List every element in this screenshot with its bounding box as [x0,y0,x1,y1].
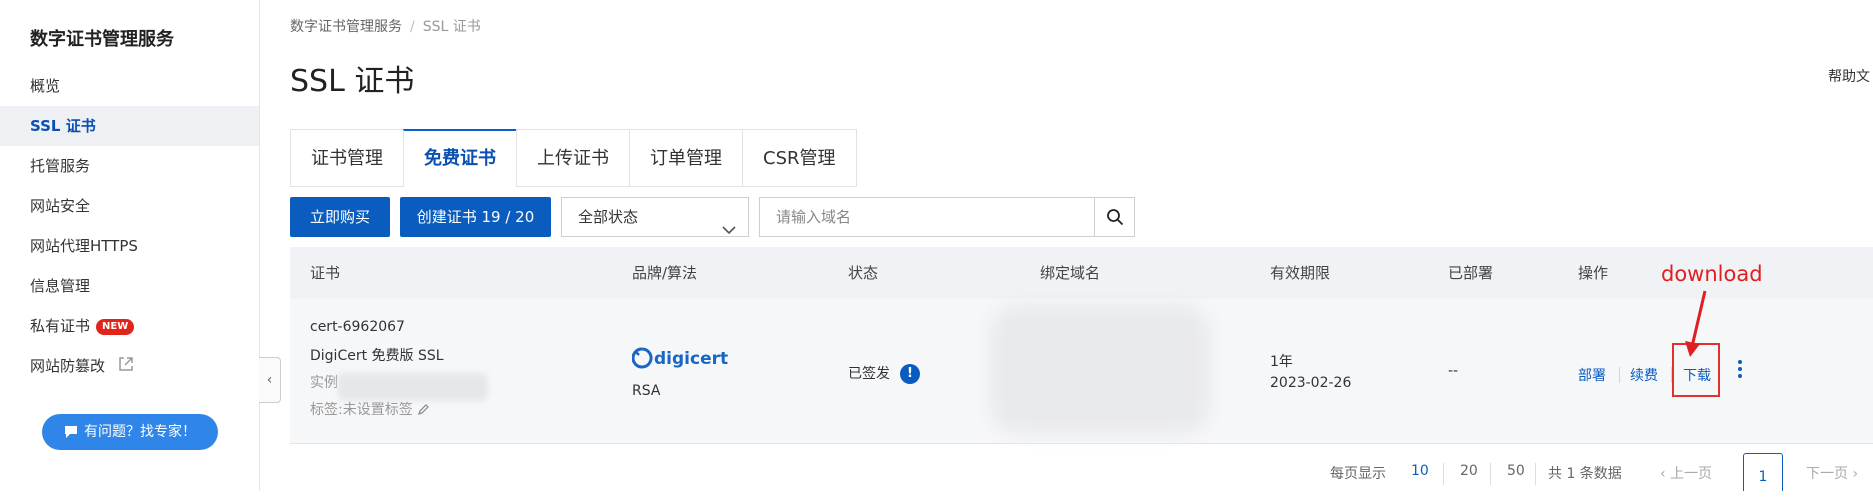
tab-order-management[interactable]: 订单管理 [629,129,742,187]
digicert-logo: digicert [631,345,742,371]
sidebar-item-site-security[interactable]: 网站安全 [0,186,259,226]
status-select-value: 全部状态 [578,208,639,226]
cert-id[interactable]: cert-6962067 [310,319,405,335]
redacted-instance [338,373,488,401]
prev-page-button[interactable]: ‹ 上一页 [1660,463,1712,483]
cert-status-label: 已签发 [848,366,890,382]
status-select[interactable]: 全部状态 [561,197,749,237]
tab-free-cert[interactable]: 免费证书 [403,129,516,187]
chat-icon [65,426,77,438]
column-header-deployed: 已部署 [1448,264,1494,282]
pager-separator [1490,463,1491,485]
search-button[interactable] [1094,198,1134,236]
tab-cert-management[interactable]: 证书管理 [290,129,403,187]
sidebar-item-tamper-protection[interactable]: 网站防篡改 [0,346,259,386]
more-actions-icon[interactable] [1738,360,1742,381]
prev-page-label: 上一页 [1670,466,1713,482]
sidebar-item-label: 概览 [30,77,61,95]
download-annotation: download [1661,262,1763,286]
ask-expert-label: 有问题？找专家！ [84,424,196,440]
next-page-button[interactable]: 下一页 › [1806,463,1858,483]
validity-date: 2023-02-26 [1270,375,1352,391]
renew-link[interactable]: 续费 [1630,365,1658,385]
info-icon[interactable]: ! [900,364,920,384]
page-size-label: 每页显示 [1330,466,1386,482]
search-icon [1106,209,1123,226]
tab-csr-management[interactable]: CSR管理 [742,129,857,187]
domain-search [759,197,1135,237]
cert-instance-label: 实例 [310,375,338,391]
sidebar-item-label: 私有证书 [30,317,91,335]
edit-icon[interactable] [417,404,430,416]
sidebar-item-ssl[interactable]: SSL 证书 [0,106,259,146]
total-count: 共 1 条数据 [1548,466,1622,482]
sidebar-item-private-cert[interactable]: 私有证书 NEW [0,306,259,346]
chevron-down-icon [722,211,736,249]
svg-text:digicert: digicert [654,349,728,369]
sidebar: 数字证书管理服务 概览 SSL 证书 托管服务 网站安全 网站代理HTTPS 信… [0,0,260,491]
page-title: SSL 证书 [290,64,415,99]
column-header-domain: 绑定域名 [1040,264,1101,282]
redacted-domain [990,304,1210,434]
external-link-icon [118,347,134,387]
deploy-link[interactable]: 部署 [1578,365,1606,385]
column-header-cert: 证书 [310,264,341,282]
page-size-20[interactable]: 20 [1460,463,1478,479]
validity-period: 1年 [1270,354,1293,370]
cert-tag-label: 标签:未设置标签 [310,402,413,418]
column-header-validity: 有效期限 [1270,264,1331,282]
domain-search-input[interactable] [760,198,1094,236]
table-row: cert-6962067 DigiCert 免费版 SSL 实例 标签:未设置标… [290,299,1873,444]
sidebar-item-label: 托管服务 [30,157,91,175]
buy-now-button[interactable]: 立即购买 [290,197,390,237]
table-header: 证书 品牌/算法 状态 绑定域名 有效期限 已部署 操作 [290,247,1873,299]
action-separator [1619,367,1620,383]
column-header-actions: 操作 [1578,264,1609,282]
deployed-value: -- [1448,363,1459,379]
breadcrumb: 数字证书管理服务 / SSL 证书 [290,16,481,36]
sidebar-item-label: 信息管理 [30,277,91,295]
current-page[interactable]: 1 [1743,453,1783,491]
page-size-50[interactable]: 50 [1507,463,1525,479]
help-link[interactable]: 帮助文 [1828,66,1870,86]
pager-separator [1535,463,1536,485]
page-size-10[interactable]: 10 [1411,463,1429,479]
sidebar-item-info-management[interactable]: 信息管理 [0,266,259,306]
sidebar-title: 数字证书管理服务 [30,29,174,50]
cert-algorithm: RSA [632,383,661,399]
chevron-left-icon: ‹ [1660,466,1671,482]
column-header-status: 状态 [848,264,879,282]
sidebar-item-proxy-https[interactable]: 网站代理HTTPS [0,226,259,266]
breadcrumb-root[interactable]: 数字证书管理服务 [290,19,402,35]
sidebar-collapse-button[interactable]: ‹ [259,357,281,403]
sidebar-item-overview[interactable]: 概览 [0,66,259,106]
pager-separator [1443,463,1444,485]
column-header-brand: 品牌/算法 [632,264,698,282]
cert-status: 已签发! [848,363,920,384]
breadcrumb-separator: / [410,19,415,35]
sidebar-item-label: 网站防篡改 [30,357,106,375]
ask-expert-button[interactable]: 有问题？找专家！ [42,414,218,450]
tab-bar: 证书管理 免费证书 上传证书 订单管理 CSR管理 [290,129,857,187]
sidebar-item-label: 网站安全 [30,197,91,215]
sidebar-item-label: 网站代理HTTPS [30,237,138,255]
annotation-arrow [1685,290,1707,357]
cert-name: DigiCert 免费版 SSL [310,348,444,364]
next-page-label: 下一页 [1806,466,1848,482]
chevron-left-icon: ‹ [266,372,273,388]
tab-upload-cert[interactable]: 上传证书 [516,129,629,187]
breadcrumb-current: SSL 证书 [422,19,481,35]
sidebar-item-hosting[interactable]: 托管服务 [0,146,259,186]
create-cert-button[interactable]: 创建证书 19 / 20 [400,197,551,237]
new-badge: NEW [96,318,135,335]
cert-tag[interactable]: 标签:未设置标签 [310,399,430,419]
sidebar-item-label: SSL 证书 [30,117,96,135]
chevron-right-icon: › [1848,466,1859,482]
